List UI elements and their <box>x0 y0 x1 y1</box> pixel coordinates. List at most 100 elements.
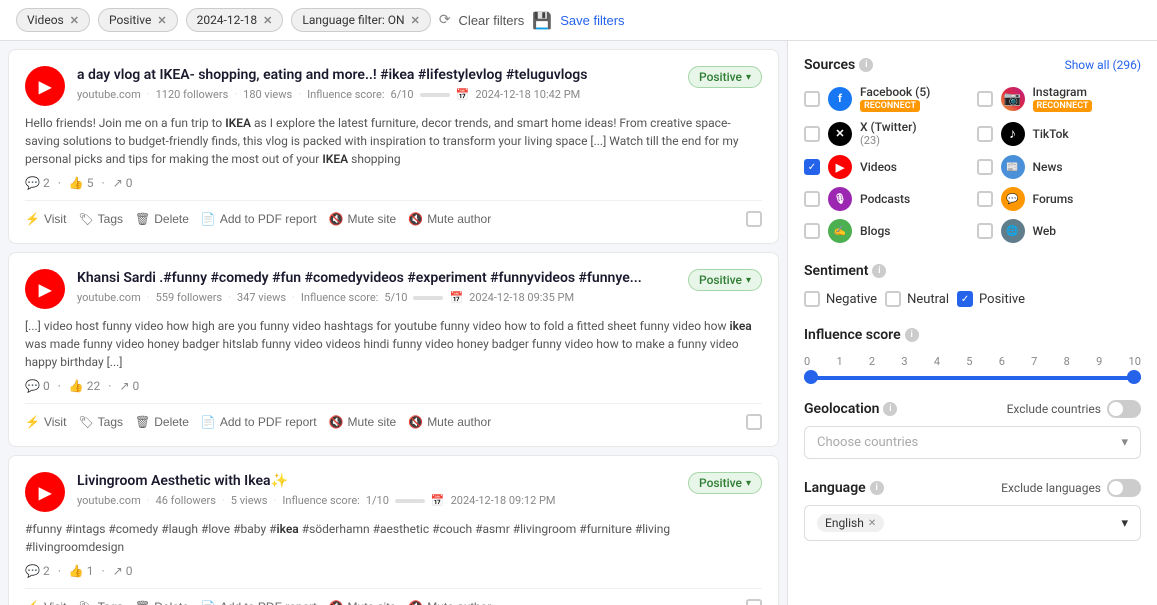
blogs-icon: ✍ <box>828 219 852 243</box>
app-container: Videos ✕ Positive ✕ 2024-12-18 ✕ Languag… <box>0 0 1157 605</box>
source-label-facebook: Facebook (5) RECONNECT <box>860 85 930 112</box>
sentiment-info-icon[interactable]: i <box>872 264 886 278</box>
post-title-area: a day vlog at IKEA- shopping, eating and… <box>77 66 676 101</box>
sentiment-checkbox-negative[interactable] <box>804 291 820 307</box>
influence-slider[interactable] <box>804 376 1141 380</box>
post-domain: youtube.com <box>77 494 141 507</box>
like-count: 👍 5 <box>69 176 94 190</box>
post-select-checkbox[interactable] <box>746 599 762 605</box>
post-select-checkbox[interactable] <box>746 211 762 227</box>
influence-slider-thumb-left[interactable] <box>804 370 818 384</box>
source-item-podcasts: 🎙 Podcasts <box>804 187 969 211</box>
reconnect-badge[interactable]: RECONNECT <box>860 100 920 112</box>
source-checkbox-blogs[interactable] <box>804 223 820 239</box>
facebook-icon: f <box>828 87 852 111</box>
mute-site-button[interactable]: 🔇 Mute site <box>329 415 397 429</box>
influence-track <box>413 296 443 300</box>
post-date: 2024-12-18 09:12 PM <box>451 494 556 507</box>
post-header: ▶ Livingroom Aesthetic with Ikea✨ youtub… <box>25 472 762 512</box>
geolocation-info-icon[interactable]: i <box>883 402 897 416</box>
mute-site-button[interactable]: 🔇 Mute site <box>329 212 397 226</box>
sentiment-badge[interactable]: Positive ▾ <box>688 472 762 494</box>
filter-language-close[interactable]: ✕ <box>411 14 420 27</box>
filter-bar: Videos ✕ Positive ✕ 2024-12-18 ✕ Languag… <box>0 0 1157 41</box>
feed-panel: ▶ a day vlog at IKEA- shopping, eating a… <box>0 41 787 605</box>
source-checkbox-forums[interactable] <box>977 191 993 207</box>
post-engagement: 💬 2 · 👍 1 · ↗ 0 <box>25 564 762 578</box>
delete-button[interactable]: 🗑 Delete <box>135 212 189 226</box>
sentiment-badge[interactable]: Positive ▾ <box>688 66 762 88</box>
filter-videos-close[interactable]: ✕ <box>70 14 79 27</box>
tags-button[interactable]: 🏷 Tags <box>78 600 123 605</box>
sentiment-negative-label: Negative <box>826 292 877 307</box>
sources-info-icon[interactable]: i <box>859 58 873 72</box>
sentiment-badge[interactable]: Positive ▾ <box>688 269 762 291</box>
exclude-countries-label: Exclude countries <box>1007 402 1101 416</box>
visit-button[interactable]: ⚡ Visit <box>25 212 66 226</box>
influence-info-icon[interactable]: i <box>905 328 919 342</box>
source-checkbox-facebook[interactable] <box>804 91 820 107</box>
countries-dropdown[interactable]: Choose countries ▾ <box>804 426 1141 459</box>
geolocation-header: Geolocation i Exclude countries <box>804 400 1141 418</box>
source-checkbox-tiktok[interactable] <box>977 126 993 142</box>
filter-tag-language[interactable]: Language filter: ON ✕ <box>291 8 430 32</box>
source-item-videos: ✓ ▶ Videos <box>804 155 969 179</box>
sentiment-checkbox-neutral[interactable] <box>885 291 901 307</box>
post-views: 347 views <box>237 291 286 304</box>
source-item-web: 🌐 Web <box>977 219 1142 243</box>
source-checkbox-news[interactable] <box>977 159 993 175</box>
range-label: 2 <box>869 355 875 368</box>
reconnect-badge[interactable]: RECONNECT <box>1033 100 1093 112</box>
delete-button[interactable]: 🗑 Delete <box>135 600 189 605</box>
influence-track <box>395 499 425 503</box>
filter-tag-videos[interactable]: Videos ✕ <box>16 8 90 32</box>
sentiment-checkbox-positive[interactable]: ✓ <box>957 291 973 307</box>
post-select-checkbox[interactable] <box>746 414 762 430</box>
mute-author-button[interactable]: 🔇 Mute author <box>408 415 491 429</box>
mute-author-button[interactable]: 🔇 Mute author <box>408 600 491 605</box>
add-to-pdf-button[interactable]: 📄 Add to PDF report <box>201 415 317 429</box>
tags-button[interactable]: 🏷 Tags <box>78 415 123 429</box>
source-checkbox-twitter[interactable] <box>804 126 820 142</box>
sources-grid: f Facebook (5) RECONNECT 📷 Instagram <box>804 85 1141 243</box>
influence-slider-fill <box>804 376 1141 380</box>
language-dropdown[interactable]: English ✕ ▾ <box>804 505 1141 541</box>
tags-button[interactable]: 🏷 Tags <box>78 212 123 226</box>
filter-date-close[interactable]: ✕ <box>263 14 272 27</box>
mute-site-button[interactable]: 🔇 Mute site <box>329 600 397 605</box>
post-meta: youtube.com · 46 followers · 5 views · I… <box>77 494 676 507</box>
source-item-facebook: f Facebook (5) RECONNECT <box>804 85 969 112</box>
chevron-down-icon: ▾ <box>1121 435 1128 450</box>
delete-button[interactable]: 🗑 Delete <box>135 415 189 429</box>
influence-range-labels: 0 1 2 3 4 5 6 7 8 9 10 <box>804 355 1141 368</box>
language-title: Language i <box>804 480 884 496</box>
sources-show-all[interactable]: Show all (296) <box>1065 58 1141 72</box>
twitter-icon: ✕ <box>828 122 852 146</box>
filter-tag-positive[interactable]: Positive ✕ <box>98 8 178 32</box>
clear-filters-button[interactable]: Clear filters <box>459 13 525 28</box>
mute-author-button[interactable]: 🔇 Mute author <box>408 212 491 226</box>
visit-button[interactable]: ⚡ Visit <box>25 600 66 605</box>
like-count: 👍 1 <box>69 564 94 578</box>
filter-tag-date[interactable]: 2024-12-18 ✕ <box>186 8 284 32</box>
language-info-icon[interactable]: i <box>870 481 884 495</box>
save-filters-button[interactable]: Save filters <box>560 13 624 28</box>
influence-slider-thumb-right[interactable] <box>1127 370 1141 384</box>
add-to-pdf-button[interactable]: 📄 Add to PDF report <box>201 212 317 226</box>
range-label: 7 <box>1031 355 1037 368</box>
sentiment-options: Negative Neutral ✓ Positive <box>804 291 1141 307</box>
refresh-icon[interactable]: ⟳ <box>439 12 451 28</box>
post-followers: 1120 followers <box>156 88 229 101</box>
source-checkbox-podcasts[interactable] <box>804 191 820 207</box>
exclude-languages-toggle[interactable] <box>1107 479 1141 497</box>
remove-language-icon[interactable]: ✕ <box>868 518 876 529</box>
exclude-countries-toggle[interactable] <box>1107 400 1141 418</box>
add-to-pdf-button[interactable]: 📄 Add to PDF report <box>201 600 317 605</box>
visit-button[interactable]: ⚡ Visit <box>25 415 66 429</box>
source-checkbox-web[interactable] <box>977 223 993 239</box>
sources-section: Sources i Show all (296) f Facebook (5) … <box>804 57 1141 243</box>
source-item-twitter: ✕ X (Twitter) (23) <box>804 120 969 147</box>
filter-positive-close[interactable]: ✕ <box>157 14 166 27</box>
source-checkbox-instagram[interactable] <box>977 91 993 107</box>
source-checkbox-videos[interactable]: ✓ <box>804 159 820 175</box>
